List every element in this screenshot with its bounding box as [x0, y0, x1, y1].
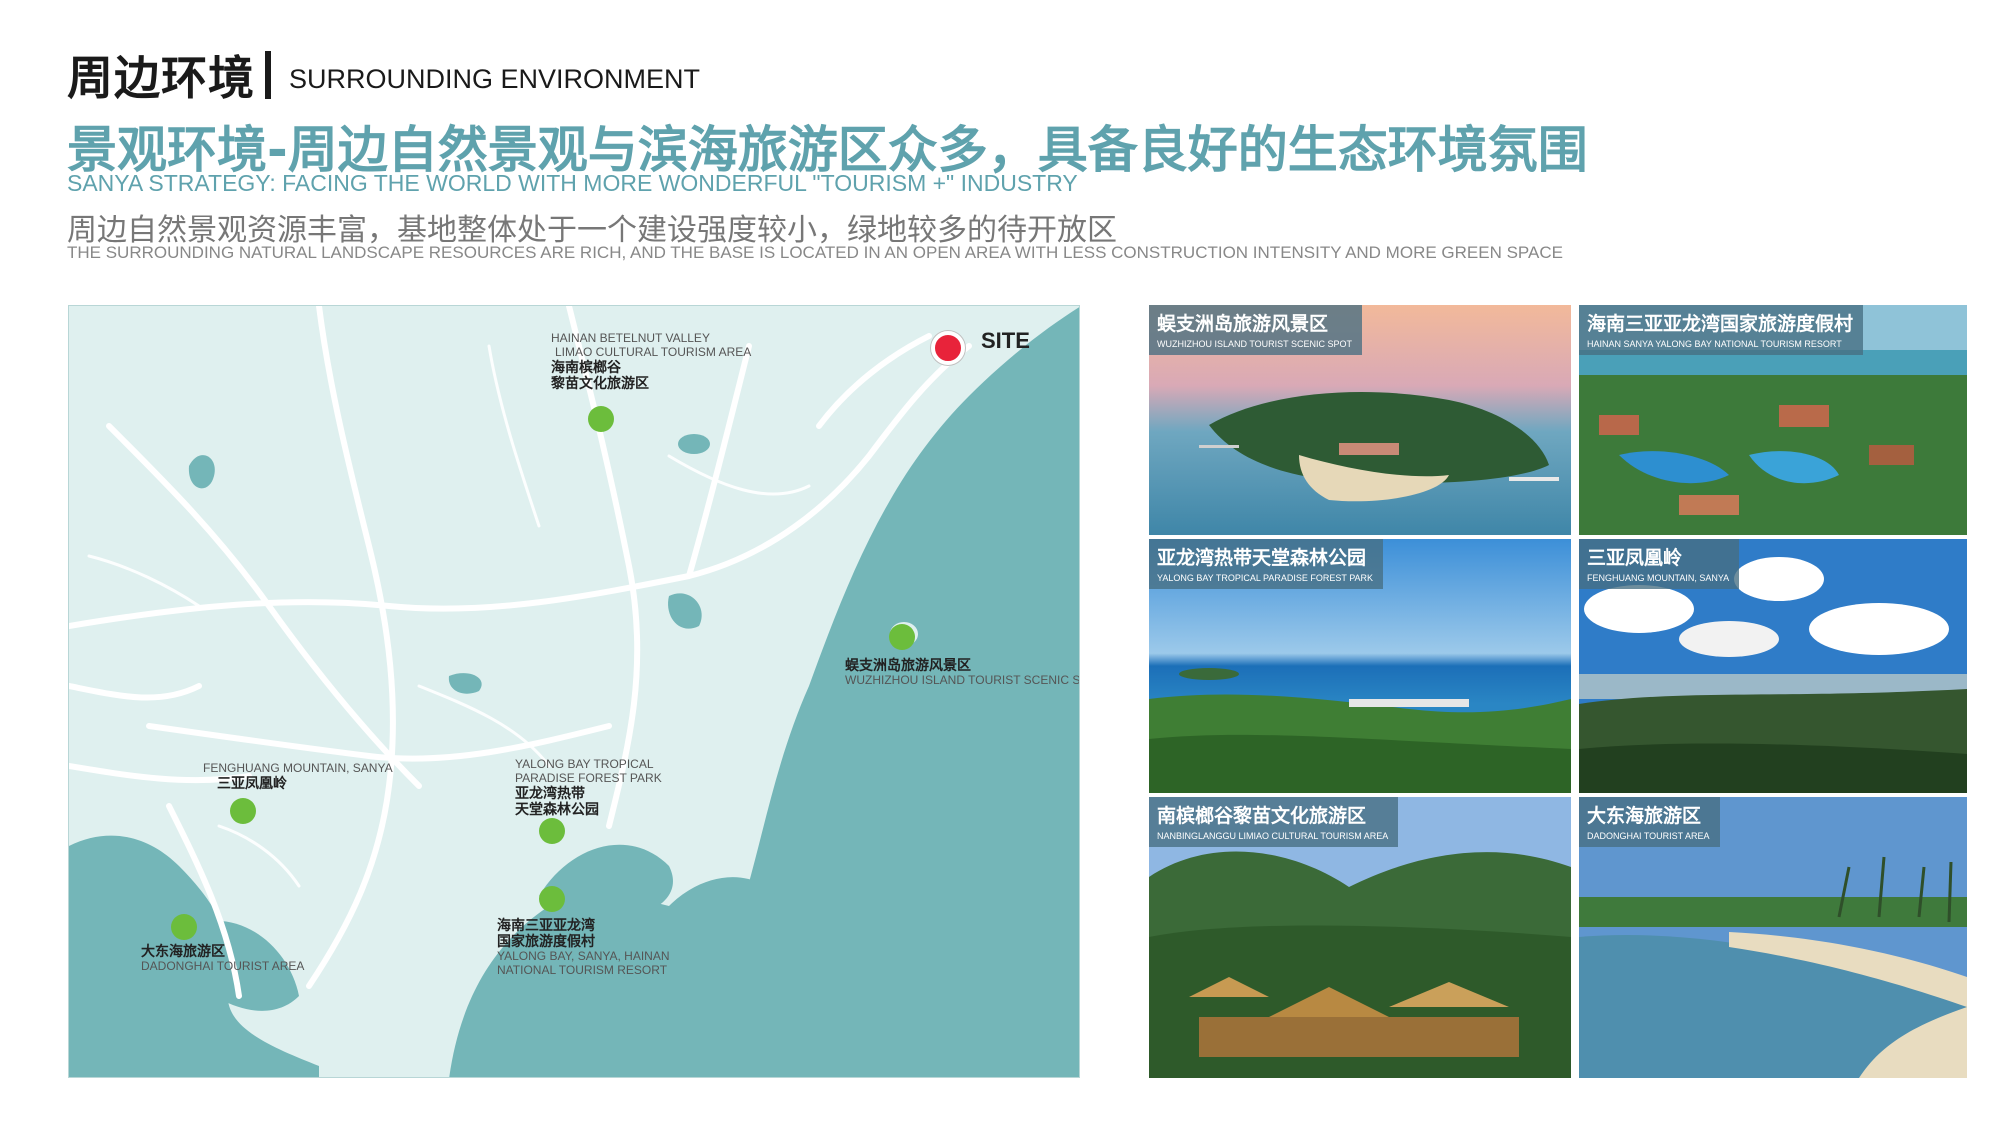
poi-marker-fenghuang — [230, 798, 256, 824]
title-divider — [265, 51, 271, 99]
photo-wuzhizhou: 蜈支洲岛旅游风景区 WUZHIZHOU ISLAND TOURIST SCENI… — [1149, 305, 1571, 535]
poi-marker-betelnut-valley — [588, 406, 614, 432]
photo-dadonghai-caption: 大东海旅游区 DADONGHAI TOURIST AREA — [1579, 797, 1720, 847]
photo-forest-park: 亚龙湾热带天堂森林公园 YALONG BAY TROPICAL PARADISE… — [1149, 539, 1571, 793]
surrounding-map: SITE HAINAN BETELNUT VALLEY LIMAO CULTUR… — [68, 305, 1080, 1078]
photo-grid: 蜈支洲岛旅游风景区 WUZHIZHOU ISLAND TOURIST SCENI… — [1149, 305, 1967, 1078]
photo-forest-park-caption: 亚龙湾热带天堂森林公园 YALONG BAY TROPICAL PARADISE… — [1149, 539, 1384, 589]
poi-wuzhizhou: 蜈支洲岛旅游风景区 WUZHIZHOU ISLAND TOURIST SCENI… — [845, 658, 1080, 688]
photo-yalong-resort: 海南三亚亚龙湾国家旅游度假村 HAINAN SANYA YALONG BAY N… — [1579, 305, 1967, 535]
site-marker — [931, 331, 965, 365]
poi-dadonghai: 大东海旅游区 DADONGHAI TOURIST AREA — [141, 944, 305, 974]
subtitle-en: SANYA STRATEGY: FACING THE WORLD WITH MO… — [67, 170, 1078, 196]
site-label: SITE — [981, 328, 1030, 353]
section-header: 周边环境 SURROUNDING ENVIRONMENT — [67, 42, 700, 108]
description-en: THE SURROUNDING NATURAL LANDSCAPE RESOUR… — [67, 243, 1563, 262]
photo-dadonghai: 大东海旅游区 DADONGHAI TOURIST AREA — [1579, 797, 1967, 1078]
photo-betelnut-valley: 南槟榔谷黎苗文化旅游区 NANBINGLANGGU LIMIAO CULTURA… — [1149, 797, 1571, 1078]
poi-marker-wuzhizhou — [889, 624, 915, 650]
poi-marker-yalong-forest-park — [539, 818, 565, 844]
poi-yalong-forest-park: YALONG BAY TROPICAL PARADISE FOREST PARK… — [515, 757, 662, 818]
section-title-en: SURROUNDING ENVIRONMENT — [289, 63, 701, 94]
photo-yalong-resort-caption: 海南三亚亚龙湾国家旅游度假村 HAINAN SANYA YALONG BAY N… — [1579, 305, 1864, 355]
photo-betelnut-valley-caption: 南槟榔谷黎苗文化旅游区 NANBINGLANGGU LIMIAO CULTURA… — [1149, 797, 1399, 847]
photo-fenghuang: 三亚凤凰岭 FENGHUANG MOUNTAIN, SANYA — [1579, 539, 1967, 793]
photo-wuzhizhou-caption: 蜈支洲岛旅游风景区 WUZHIZHOU ISLAND TOURIST SCENI… — [1149, 305, 1363, 355]
poi-yalong-resort: 海南三亚亚龙湾 国家旅游度假村 YALONG BAY, SANYA, HAINA… — [497, 918, 670, 977]
poi-fenghuang: FENGHUANG MOUNTAIN, SANYA 三亚凤凰岭 — [203, 761, 393, 792]
poi-marker-yalong-resort — [539, 886, 565, 912]
photo-fenghuang-caption: 三亚凤凰岭 FENGHUANG MOUNTAIN, SANYA — [1579, 539, 1740, 589]
section-title-zh: 周边环境 — [67, 51, 255, 105]
poi-betelnut-valley: HAINAN BETELNUT VALLEY LIMAO CULTURAL TO… — [551, 331, 752, 392]
poi-marker-dadonghai — [171, 914, 197, 940]
